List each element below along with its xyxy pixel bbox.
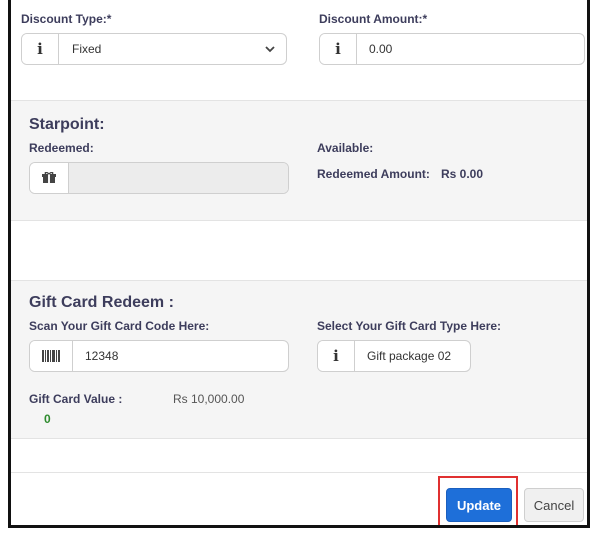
gift-card-type-select[interactable]: i Gift package 02	[317, 340, 471, 372]
discount-amount-input[interactable]: i 0.00	[319, 33, 585, 65]
gift-card-type-label: Select Your Gift Card Type Here:	[317, 319, 502, 333]
redeemed-value	[69, 163, 288, 193]
gift-card-value-label: Gift Card Value :	[29, 392, 123, 406]
starpoint-section: Starpoint: Redeemed: Available: Redeemed…	[11, 100, 587, 221]
cancel-button[interactable]: Cancel	[524, 488, 584, 522]
gift-card-section: Gift Card Redeem : Scan Your Gift Card C…	[11, 280, 587, 439]
gift-card-code-input[interactable]: 12348	[29, 340, 289, 372]
discount-type-label: Discount Type:*	[21, 12, 112, 26]
gift-card-scan-label: Scan Your Gift Card Code Here:	[29, 319, 210, 333]
gift-card-type-value: Gift package 02	[367, 349, 452, 363]
discount-amount-label: Discount Amount:*	[319, 12, 428, 26]
gift-icon	[30, 163, 69, 193]
redeemed-label: Redeemed:	[29, 141, 94, 155]
discount-amount-value: 0.00	[369, 42, 393, 56]
redeemed-input[interactable]	[29, 162, 289, 194]
gift-card-count: 0	[44, 412, 51, 426]
info-icon: i	[22, 34, 59, 64]
available-label: Available:	[317, 141, 374, 155]
starpoint-title: Starpoint:	[29, 116, 105, 133]
discount-type-value: Fixed	[72, 42, 102, 56]
gift-card-code-value: 12348	[85, 349, 119, 363]
gift-card-value-amount: Rs 10,000.00	[173, 392, 245, 406]
barcode-icon	[30, 341, 73, 371]
redeemed-amount-value: Rs 0.00	[441, 167, 484, 181]
modal-form: Discount Type:* i Fixed Discount Amount:…	[8, 0, 590, 528]
gift-card-title: Gift Card Redeem :	[29, 294, 174, 311]
discount-type-select[interactable]: i Fixed	[21, 33, 287, 65]
redeemed-amount-label: Redeemed Amount:	[317, 167, 430, 181]
update-button[interactable]: Update	[446, 488, 512, 522]
footer-divider	[11, 472, 587, 473]
info-icon: i	[318, 341, 355, 371]
info-icon: i	[320, 34, 357, 64]
chevron-down-icon	[265, 46, 275, 53]
